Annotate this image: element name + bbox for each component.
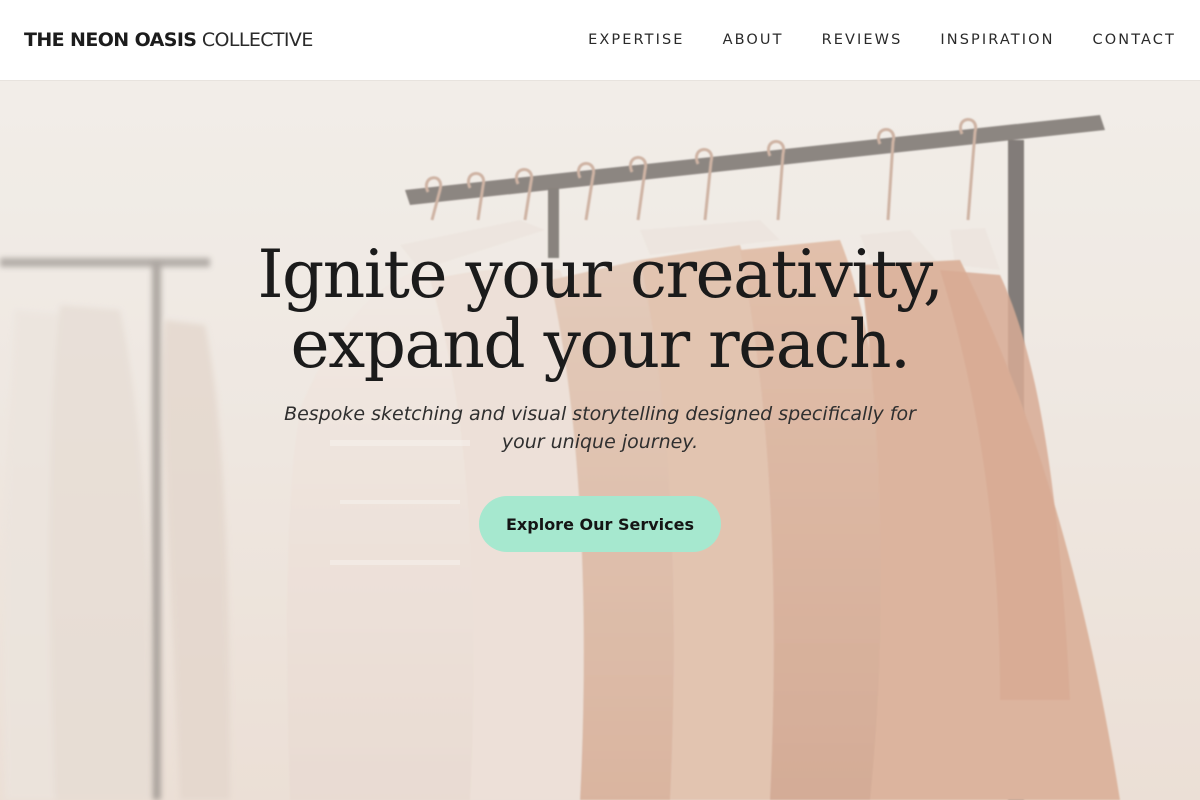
nav-item-inspiration[interactable]: INSPIRATION: [940, 32, 1054, 48]
hero-content: Ignite your creativity, expand your reac…: [0, 240, 1200, 552]
hero-headline: Ignite your creativity, expand your reac…: [0, 240, 1200, 380]
nav-item-contact[interactable]: CONTACT: [1093, 32, 1176, 48]
hero-section: Ignite your creativity, expand your reac…: [0, 80, 1200, 800]
nav-item-reviews[interactable]: REVIEWS: [822, 32, 903, 48]
top-navbar: THE NEON OASIS COLLECTIVE EXPERTISE ABOU…: [0, 0, 1200, 80]
explore-services-button[interactable]: Explore Our Services: [479, 496, 721, 552]
nav-item-expertise[interactable]: EXPERTISE: [588, 32, 684, 48]
hero-headline-line2: expand your reach.: [290, 306, 911, 383]
brand-logo[interactable]: THE NEON OASIS COLLECTIVE: [24, 29, 313, 51]
nav-item-about[interactable]: ABOUT: [723, 32, 784, 48]
brand-name-light: COLLECTIVE: [201, 29, 313, 51]
brand-name-bold: THE NEON OASIS: [24, 29, 197, 51]
main-nav: EXPERTISE ABOUT REVIEWS INSPIRATION CONT…: [588, 32, 1176, 48]
hero-subtitle: Bespoke sketching and visual storytellin…: [284, 403, 916, 453]
hero-headline-line1: Ignite your creativity,: [257, 236, 944, 313]
